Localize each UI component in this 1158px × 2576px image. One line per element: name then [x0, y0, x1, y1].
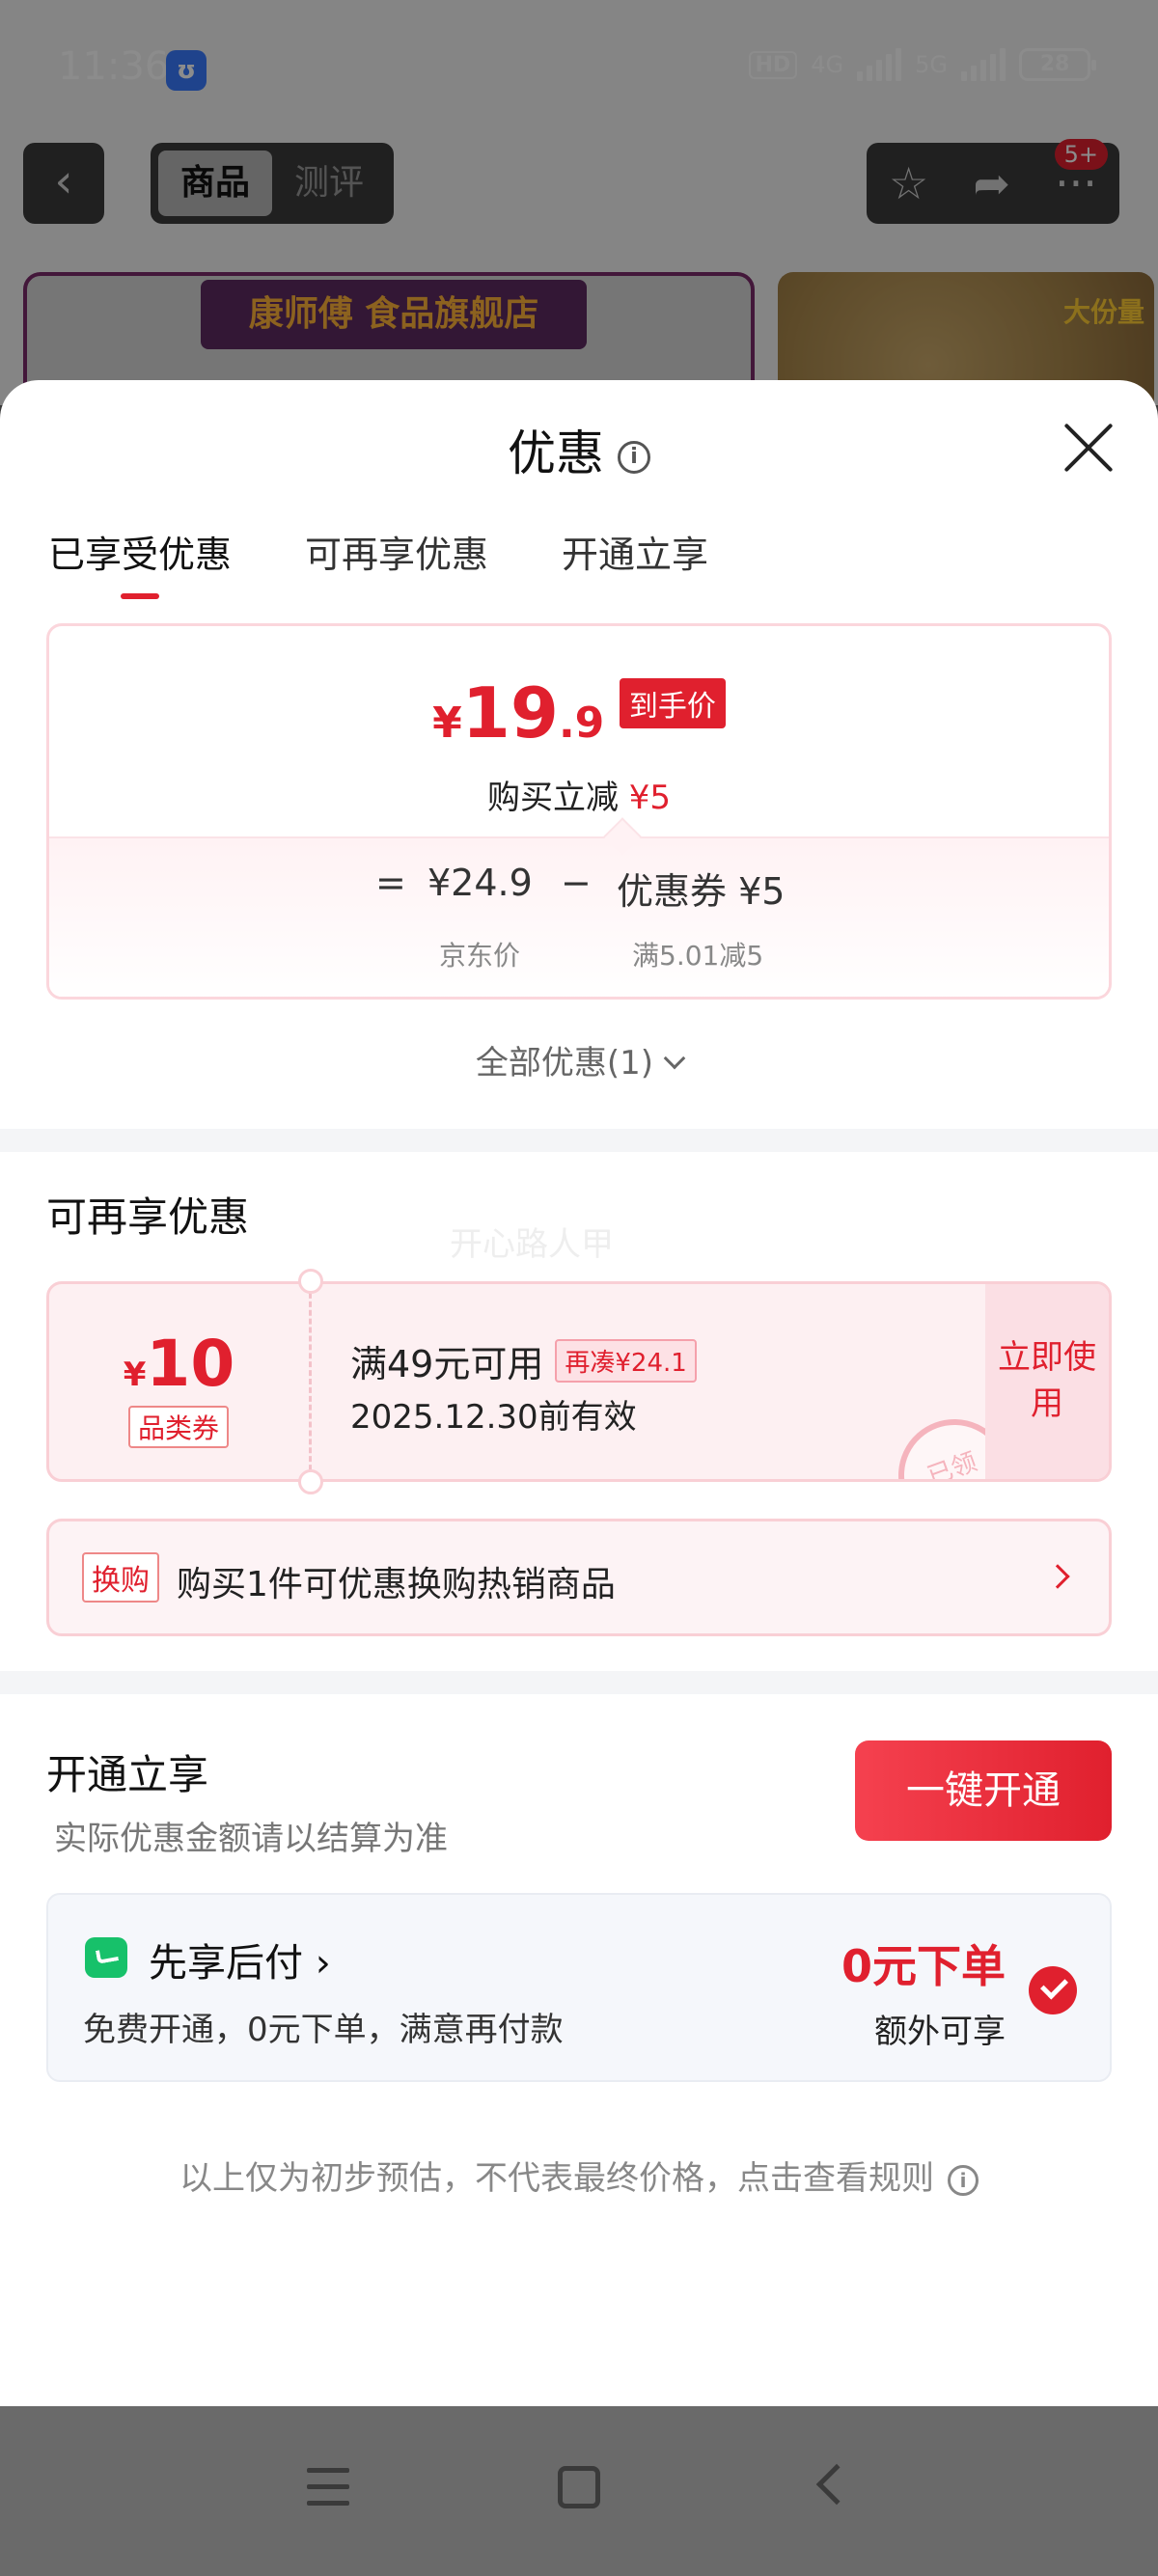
section-divider — [0, 1671, 1158, 1694]
instant-discount-label: 购买立减 — [486, 779, 619, 817]
coupon-condition: 满49元可用 再凑¥24.1 — [350, 1334, 697, 1387]
price-integer: 19 — [461, 672, 559, 754]
coupon-amount: ¥10 — [49, 1327, 309, 1401]
tab-more-discounts[interactable]: 可再享优惠 — [305, 525, 488, 599]
one-click-open-button[interactable]: 一键开通 — [855, 1740, 1112, 1841]
pay-later-highlight: 0元下单 — [841, 1940, 1006, 1992]
recent-apps-icon[interactable] — [307, 2468, 349, 2508]
coupon-condition-label: 满5.01减5 — [632, 940, 764, 972]
price-currency: ¥ — [432, 699, 462, 748]
coupon-currency: ¥ — [123, 1356, 147, 1394]
category-coupon[interactable]: ¥10 品类券 满49元可用 再凑¥24.1 2025.12.30前有效 已领 立… — [46, 1281, 1112, 1482]
swap-text: 购买1件可优惠换购热销商品 — [177, 1565, 616, 1604]
pay-later-extra: 额外可享 — [874, 2013, 1006, 2051]
back-icon[interactable] — [815, 2463, 858, 2506]
coupon-amount-number: 10 — [146, 1327, 235, 1401]
discount-sheet: 优惠 i 已享受优惠 可再享优惠 开通立享 ¥19.9 到手价 购买立减 ¥5 =… — [0, 380, 1158, 2406]
final-price-card: ¥19.9 到手价 购买立减 ¥5 = ¥24.9 − 优惠券 ¥5 京东价 满… — [46, 623, 1112, 1000]
instant-discount: 购买立减 ¥5 — [49, 771, 1109, 818]
system-nav-bar — [0, 2406, 1158, 2576]
pay-later-name[interactable]: 先享后付 › — [149, 1932, 331, 1987]
shopping-bag-icon — [85, 1937, 127, 1978]
coupon-punch-bottom — [298, 1469, 323, 1494]
info-icon: i — [948, 2164, 979, 2196]
final-price: ¥19.9 到手价 — [49, 672, 1109, 754]
use-coupon-button[interactable]: 立即使用 — [985, 1284, 1109, 1479]
formula-coupon: 优惠券 ¥5 — [617, 870, 786, 913]
final-price-tag: 到手价 — [619, 678, 726, 728]
more-discounts-title: 可再享优惠 — [46, 1193, 250, 1241]
close-button[interactable] — [1062, 421, 1116, 475]
tab-open-to-enjoy[interactable]: 开通立享 — [562, 525, 708, 599]
jd-price-label: 京东价 — [439, 940, 521, 972]
coupon-valid-date: 2025.12.30前有效 — [350, 1398, 637, 1437]
coupon-type-badge: 品类券 — [128, 1406, 230, 1448]
sheet-title: 优惠 i — [0, 415, 1158, 484]
info-icon[interactable]: i — [618, 440, 650, 474]
price-breakdown: = ¥24.9 − 优惠券 ¥5 京东价 满5.01减5 — [49, 836, 1109, 997]
open-to-enjoy-subtitle: 实际优惠金额请以结算为准 — [54, 1820, 448, 1858]
instant-discount-amount: ¥5 — [628, 779, 672, 817]
discount-tabs: 已享受优惠 可再享优惠 开通立享 — [48, 525, 708, 599]
swap-purchase-row[interactable]: 换购 购买1件可优惠换购热销商品 — [46, 1519, 1112, 1636]
price-disclaimer[interactable]: 以上仅为初步预估，不代表最终价格，点击查看规则 i — [0, 2151, 1158, 2199]
chevron-right-icon — [1045, 1564, 1070, 1589]
sheet-title-text: 优惠 — [508, 425, 604, 481]
disclaimer-text: 以上仅为初步预估，不代表最终价格，点击查看规则 — [179, 2159, 934, 2198]
home-icon[interactable] — [558, 2466, 600, 2508]
all-discounts-toggle[interactable]: 全部优惠(1) — [0, 1036, 1158, 1083]
tab-enjoyed-discounts[interactable]: 已享受优惠 — [48, 525, 232, 599]
coupon-top-up-badge: 再凑¥24.1 — [555, 1339, 697, 1383]
all-discounts-label: 全部优惠(1) — [475, 1044, 654, 1082]
watermark: 开心路人甲 — [450, 1225, 614, 1264]
formula-minus: − — [561, 862, 592, 904]
chevron-down-icon — [663, 1047, 686, 1070]
section-divider — [0, 1129, 1158, 1152]
coupon-condition-text: 满49元可用 — [350, 1343, 544, 1385]
swap-tag: 换购 — [82, 1552, 159, 1603]
coupon-punch-top — [298, 1269, 323, 1294]
pay-later-description: 免费开通，0元下单，满意再付款 — [83, 2011, 564, 2049]
check-icon[interactable] — [1029, 1966, 1077, 2014]
price-decimal: .9 — [558, 699, 605, 748]
coupon-value: ¥10 品类券 — [49, 1284, 312, 1479]
formula-jd-price: ¥24.9 — [427, 862, 533, 904]
formula-equals: = — [375, 862, 406, 904]
open-to-enjoy-title: 开通立享 — [46, 1751, 209, 1798]
pay-later-card[interactable]: 先享后付 › 免费开通，0元下单，满意再付款 0元下单 额外可享 — [46, 1893, 1112, 2082]
